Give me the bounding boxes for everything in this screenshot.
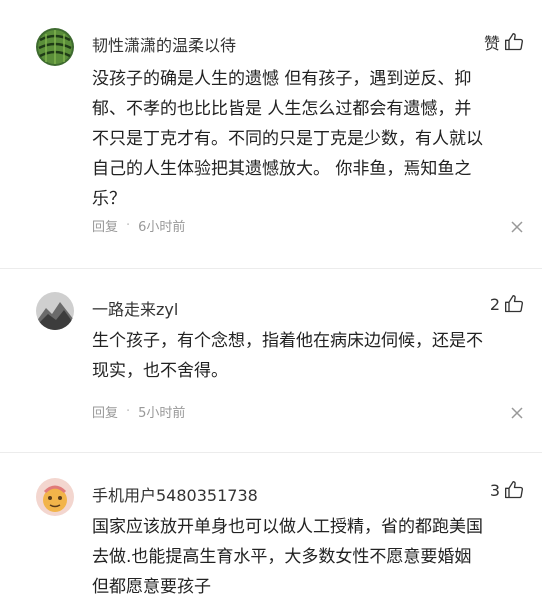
comment-meta: 回复 · 6小时前: [92, 216, 185, 235]
separator-dot: ·: [126, 404, 131, 419]
username[interactable]: 手机用户5480351738: [92, 482, 258, 506]
thumbs-up-icon: [505, 295, 524, 313]
reply-link[interactable]: 回复: [92, 402, 118, 421]
thumbs-up-icon: [505, 33, 524, 51]
divider: [0, 268, 542, 269]
avatar[interactable]: [36, 478, 74, 516]
comment-text: 没孩子的确是人生的遗憾 但有孩子，遇到逆反、抑 郁、不孝的也比比皆是 人生怎么过…: [92, 69, 483, 209]
avatar[interactable]: [36, 28, 74, 66]
close-icon[interactable]: [510, 406, 524, 420]
divider: [0, 452, 542, 453]
like-button[interactable]: 3: [490, 480, 524, 500]
separator-dot: ·: [126, 218, 131, 233]
comment-1: 韧性潇潇的温柔以待 赞 没孩子的确是人生的遗憾 但有孩子，遇到逆反、抑 郁、不孝…: [0, 0, 542, 270]
reply-link[interactable]: 回复: [92, 216, 118, 235]
like-button[interactable]: 赞: [484, 30, 524, 54]
avatar[interactable]: [36, 292, 74, 330]
comment-text: 生个孩子，有个念想，指着他在病床边伺候，还是不 现实，也不舍得。: [92, 331, 483, 381]
username[interactable]: 一路走来zyl: [92, 296, 178, 320]
like-count: 赞: [483, 34, 500, 53]
like-count: 2: [489, 294, 500, 314]
timestamp: 6小时前: [138, 220, 186, 235]
like-count: 3: [489, 480, 500, 500]
username[interactable]: 韧性潇潇的温柔以待: [92, 32, 236, 56]
close-icon[interactable]: [510, 220, 524, 234]
comment-meta: 回复 · 5小时前: [92, 402, 185, 421]
like-button[interactable]: 2: [490, 294, 524, 314]
comment-text: 国家应该放开单身也可以做人工授精，省的都跑美国 去做.也能提高生育水平，大多数女…: [92, 517, 483, 597]
thumbs-up-icon: [505, 481, 524, 499]
timestamp: 5小时前: [138, 406, 186, 421]
